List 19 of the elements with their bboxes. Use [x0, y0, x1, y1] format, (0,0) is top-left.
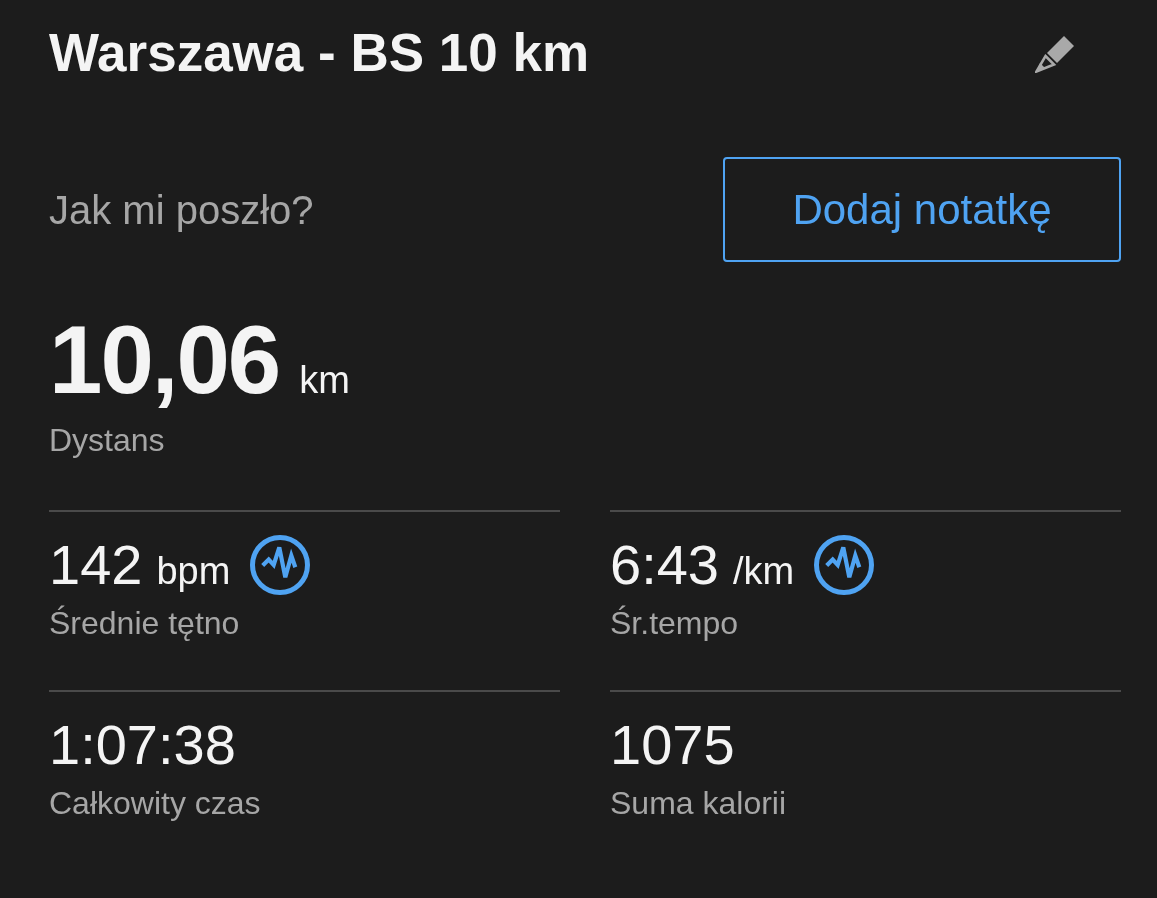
stat-value: 142 [49, 533, 143, 597]
pulse-icon[interactable] [814, 535, 875, 595]
stat-label: Całkowity czas [49, 784, 261, 823]
stat-label: Suma kalorii [610, 784, 787, 823]
stat-unit: /km [733, 550, 795, 593]
distance-label: Dystans [49, 421, 165, 460]
stat-label: Śr.tempo [610, 604, 739, 643]
activity-title: Warszawa - BS 10 km [49, 22, 590, 84]
distance-unit: km [299, 360, 350, 400]
prompt-text: Jak mi poszło? [49, 186, 314, 234]
stat-unit: bpm [156, 550, 231, 593]
pencil-icon[interactable] [1035, 33, 1075, 73]
add-note-button[interactable]: Dodaj notatkę [723, 157, 1121, 262]
distance-value: 10,06 [49, 312, 280, 408]
stat-value: 1:07:38 [49, 713, 236, 777]
stat-value: 1075 [610, 713, 735, 777]
stat-value: 6:43 [610, 533, 719, 597]
pulse-icon[interactable] [250, 535, 311, 595]
stat-label: Średnie tętno [49, 604, 240, 643]
